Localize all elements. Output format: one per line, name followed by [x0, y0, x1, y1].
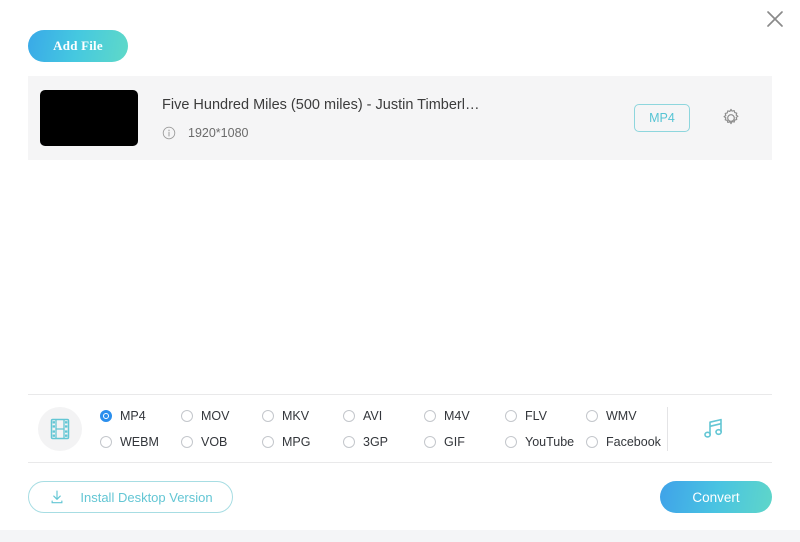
format-option-mp4[interactable]: MP4	[100, 403, 181, 429]
format-label: MOV	[201, 409, 230, 423]
format-option-mov[interactable]: MOV	[181, 403, 262, 429]
divider-bottom	[28, 462, 772, 463]
format-label: M4V	[444, 409, 470, 423]
format-option-webm[interactable]: WEBM	[100, 429, 181, 455]
format-option-wmv[interactable]: WMV	[586, 403, 667, 429]
file-settings-button[interactable]	[718, 105, 744, 131]
format-label: 3GP	[363, 435, 389, 449]
file-info: Five Hundred Miles (500 miles) - Justin …	[162, 96, 634, 140]
format-label: WEBM	[120, 435, 159, 449]
radio-icon	[262, 410, 274, 422]
radio-icon	[505, 436, 517, 448]
format-label: MPG	[282, 435, 311, 449]
format-label: MKV	[282, 409, 310, 423]
radio-icon	[262, 436, 274, 448]
format-option-facebook[interactable]: Facebook	[586, 429, 667, 455]
radio-icon	[505, 410, 517, 422]
format-option-youtube[interactable]: YouTube	[505, 429, 586, 455]
radio-icon	[424, 436, 436, 448]
format-label: VOB	[201, 435, 228, 449]
format-option-flv[interactable]: FLV	[505, 403, 586, 429]
radio-icon	[181, 410, 193, 422]
format-option-mkv[interactable]: MKV	[262, 403, 343, 429]
format-label: AVI	[363, 409, 383, 423]
file-list-item[interactable]: Five Hundred Miles (500 miles) - Justin …	[28, 76, 772, 160]
add-file-button[interactable]: Add File	[28, 30, 128, 62]
format-option-vob[interactable]: VOB	[181, 429, 262, 455]
divider-top	[28, 394, 772, 395]
format-options: MP4 MOV MKV AVI M4V FLV WMV WEBM VOB MPG…	[100, 403, 667, 455]
format-label: Facebook	[606, 435, 661, 449]
radio-icon	[100, 410, 112, 422]
gear-icon	[723, 108, 739, 125]
format-label: WMV	[606, 409, 637, 423]
install-desktop-version-button[interactable]: Install Desktop Version	[28, 481, 233, 513]
radio-icon	[100, 436, 112, 448]
close-icon	[767, 11, 783, 27]
format-option-3gp[interactable]: 3GP	[343, 429, 424, 455]
format-label: FLV	[525, 409, 547, 423]
close-button[interactable]	[758, 2, 792, 36]
format-option-gif[interactable]: GIF	[424, 429, 505, 455]
radio-icon	[586, 410, 598, 422]
convert-button[interactable]: Convert	[660, 481, 772, 513]
format-divider	[667, 407, 668, 451]
file-subinfo: 1920*1080	[162, 126, 634, 140]
format-label: MP4	[120, 409, 146, 423]
video-format-button[interactable]	[38, 407, 82, 451]
format-option-m4v[interactable]: M4V	[424, 403, 505, 429]
file-title: Five Hundred Miles (500 miles) - Justin …	[162, 97, 480, 113]
format-panel: MP4 MOV MKV AVI M4V FLV WMV WEBM VOB MPG…	[28, 396, 772, 462]
file-resolution: 1920*1080	[188, 126, 249, 140]
format-option-avi[interactable]: AVI	[343, 403, 424, 429]
format-option-mpg[interactable]: MPG	[262, 429, 343, 455]
bottom-strip	[0, 530, 800, 542]
file-format-badge[interactable]: MP4	[634, 104, 690, 132]
format-label: YouTube	[525, 435, 575, 449]
audio-format-button[interactable]	[694, 410, 732, 448]
radio-icon	[343, 436, 355, 448]
converter-window: Add File Five Hundred Miles (500 miles) …	[0, 0, 800, 542]
video-thumbnail[interactable]	[40, 90, 138, 146]
radio-icon	[586, 436, 598, 448]
info-icon[interactable]	[162, 126, 176, 140]
film-strip-icon	[50, 418, 70, 440]
music-note-icon	[704, 418, 722, 438]
radio-icon	[181, 436, 193, 448]
download-icon	[51, 490, 63, 504]
radio-icon	[424, 410, 436, 422]
format-label: GIF	[444, 435, 465, 449]
radio-icon	[343, 410, 355, 422]
install-label: Install Desktop Version	[80, 489, 213, 505]
